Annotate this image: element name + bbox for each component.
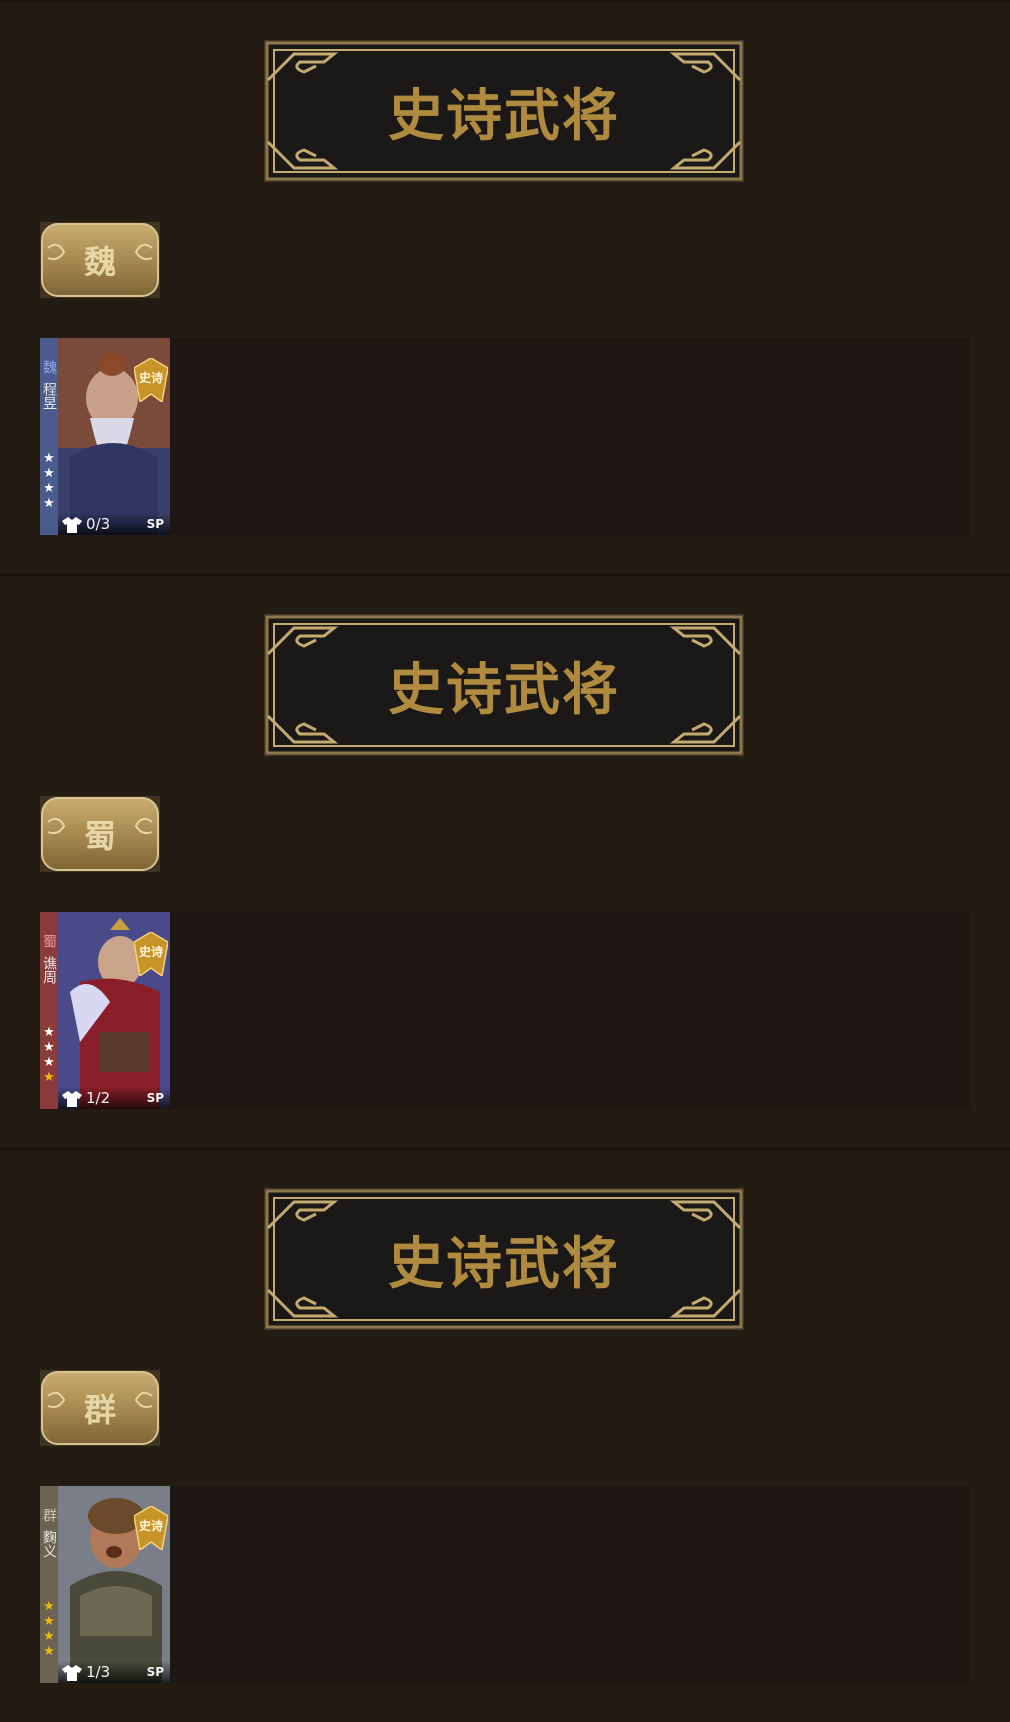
epic-badge-text: 史诗 [139,944,163,959]
hero-card[interactable]: 蜀 谯周 ★ ★ ★ ★ 史诗 1/2 SP [40,912,170,1109]
card-name: 麴义 [41,1530,57,1558]
skin-count: 1/3 [86,1663,111,1681]
hero-section-qun: 史诗武将 群 群 麴义 ★ ★ ★ ★ 史诗 1/3 SP [0,1148,1010,1720]
section-title: 史诗武将 [388,657,620,723]
star-icon: ★ [43,451,55,466]
faction-label: 魏 [83,243,116,281]
star-rating: ★ ★ ★ ★ [42,1025,56,1085]
section-title-banner: 史诗武将 [264,614,744,756]
faction-tab-shu[interactable]: 蜀 [40,796,160,872]
epic-badge-icon: 史诗 [134,358,168,402]
epic-badge-text: 史诗 [139,370,163,385]
faction-tab-wei[interactable]: 魏 [40,222,160,298]
star-icon: ★ [43,1025,55,1040]
hero-row: 魏 程昱 ★ ★ ★ ★ 史诗 0/3 SP [40,338,970,535]
faction-label: 蜀 [83,817,116,855]
shirt-icon [62,1091,82,1107]
section-title: 史诗武将 [388,1231,620,1297]
section-title-banner: 史诗武将 [264,1188,744,1330]
star-rating: ★ ★ ★ ★ [42,1599,56,1659]
hero-card[interactable]: 魏 程昱 ★ ★ ★ ★ 史诗 0/3 SP [40,338,170,535]
hero-card[interactable]: 群 麴义 ★ ★ ★ ★ 史诗 1/3 SP [40,1486,170,1683]
shirt-icon [62,517,82,533]
card-footer: 1/2 SP [58,1087,170,1109]
sp-tag: SP [146,1091,164,1105]
star-icon: ★ [43,496,55,511]
section-title-banner: 史诗武将 [264,40,744,182]
star-icon: ★ [43,1629,55,1644]
hero-section-shu: 史诗武将 蜀 蜀 谯周 ★ ★ ★ ★ 史诗 1/2 SP [0,574,1010,1146]
card-footer: 0/3 SP [58,513,170,535]
hero-row: 蜀 谯周 ★ ★ ★ ★ 史诗 1/2 SP [40,912,970,1109]
card-name: 程昱 [41,382,57,410]
card-faction: 蜀 [41,934,57,948]
epic-badge-icon: 史诗 [134,1506,168,1550]
card-faction: 魏 [41,360,57,374]
skin-count: 1/2 [86,1089,111,1107]
faction-tab-qun[interactable]: 群 [40,1370,160,1446]
star-icon: ★ [43,1055,55,1070]
epic-badge-text: 史诗 [139,1518,163,1533]
skin-count: 0/3 [86,515,111,533]
hero-row: 群 麴义 ★ ★ ★ ★ 史诗 1/3 SP [40,1486,970,1683]
star-rating: ★ ★ ★ ★ [42,451,56,511]
card-faction: 群 [41,1508,57,1522]
sp-tag: SP [146,1665,164,1679]
card-name: 谯周 [41,956,57,984]
star-icon: ★ [43,1644,55,1659]
card-footer: 1/3 SP [58,1661,170,1683]
section-title: 史诗武将 [388,83,620,149]
shirt-icon [62,1665,82,1681]
faction-label: 群 [83,1391,116,1429]
star-icon: ★ [43,1614,55,1629]
star-icon: ★ [43,481,55,496]
star-icon: ★ [43,1599,55,1614]
hero-section-wei: 史诗武将 魏 魏 程昱 ★ ★ ★ ★ 史诗 0/3 SP [0,0,1010,572]
epic-badge-icon: 史诗 [134,932,168,976]
star-icon: ★ [43,1040,55,1055]
star-icon: ★ [43,1070,55,1085]
sp-tag: SP [146,517,164,531]
star-icon: ★ [43,466,55,481]
